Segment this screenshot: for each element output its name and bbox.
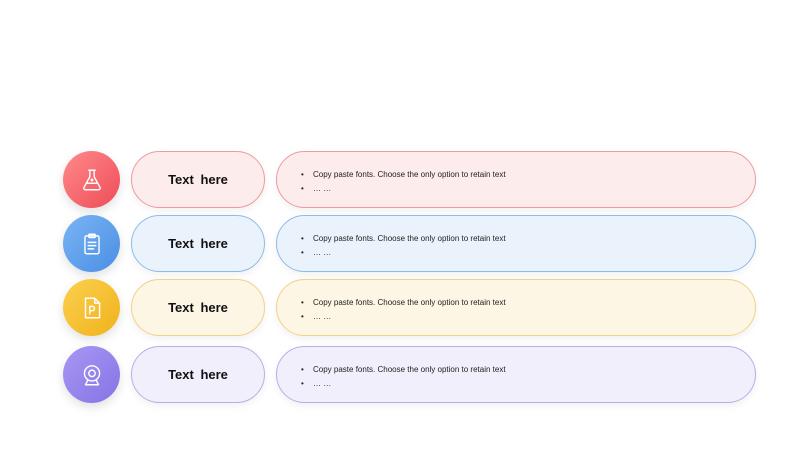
title-pill: Text here xyxy=(131,215,265,272)
bullet-list: Copy paste fonts. Choose the only option… xyxy=(301,232,506,260)
bullet-item: Copy paste fonts. Choose the only option… xyxy=(301,363,506,377)
bullet-item: Copy paste fonts. Choose the only option… xyxy=(301,168,506,182)
icon-circle xyxy=(63,346,120,403)
bullet-item: Copy paste fonts. Choose the only option… xyxy=(301,296,506,310)
bullet-list: Copy paste fonts. Choose the only option… xyxy=(301,363,506,391)
icon-circle xyxy=(63,215,120,272)
text-pill: Copy paste fonts. Choose the only option… xyxy=(276,346,756,403)
title-text: Text here xyxy=(168,367,228,382)
list-item: Text here Copy paste fonts. Choose the o… xyxy=(0,279,800,337)
bullet-item: Copy paste fonts. Choose the only option… xyxy=(301,232,506,246)
list-item: Text here Copy paste fonts. Choose the o… xyxy=(0,215,800,273)
bullet-list: Copy paste fonts. Choose the only option… xyxy=(301,296,506,324)
title-text: Text here xyxy=(168,172,228,187)
presentation-file-icon xyxy=(84,297,100,318)
title-pill: Text here xyxy=(131,151,265,208)
text-pill: Copy paste fonts. Choose the only option… xyxy=(276,151,756,208)
title-text: Text here xyxy=(168,236,228,251)
bullet-item: … … xyxy=(301,246,506,260)
text-pill: Copy paste fonts. Choose the only option… xyxy=(276,215,756,272)
icon-circle xyxy=(63,279,120,336)
title-pill: Text here xyxy=(131,279,265,336)
bullet-item: … … xyxy=(301,310,506,324)
icon-circle xyxy=(63,151,120,208)
webcam-icon xyxy=(83,364,100,385)
list-item: Text here Copy paste fonts. Choose the o… xyxy=(0,346,800,404)
title-text: Text here xyxy=(168,300,228,315)
title-pill: Text here xyxy=(131,346,265,403)
clipboard-icon xyxy=(83,233,100,254)
text-pill: Copy paste fonts. Choose the only option… xyxy=(276,279,756,336)
bullet-list: Copy paste fonts. Choose the only option… xyxy=(301,168,506,196)
list-item: Text here Copy paste fonts. Choose the o… xyxy=(0,151,800,209)
bullet-item: … … xyxy=(301,377,506,391)
list-rows: Text here Copy paste fonts. Choose the o… xyxy=(0,0,800,450)
bullet-item: … … xyxy=(301,182,506,196)
flask-icon xyxy=(82,169,101,190)
